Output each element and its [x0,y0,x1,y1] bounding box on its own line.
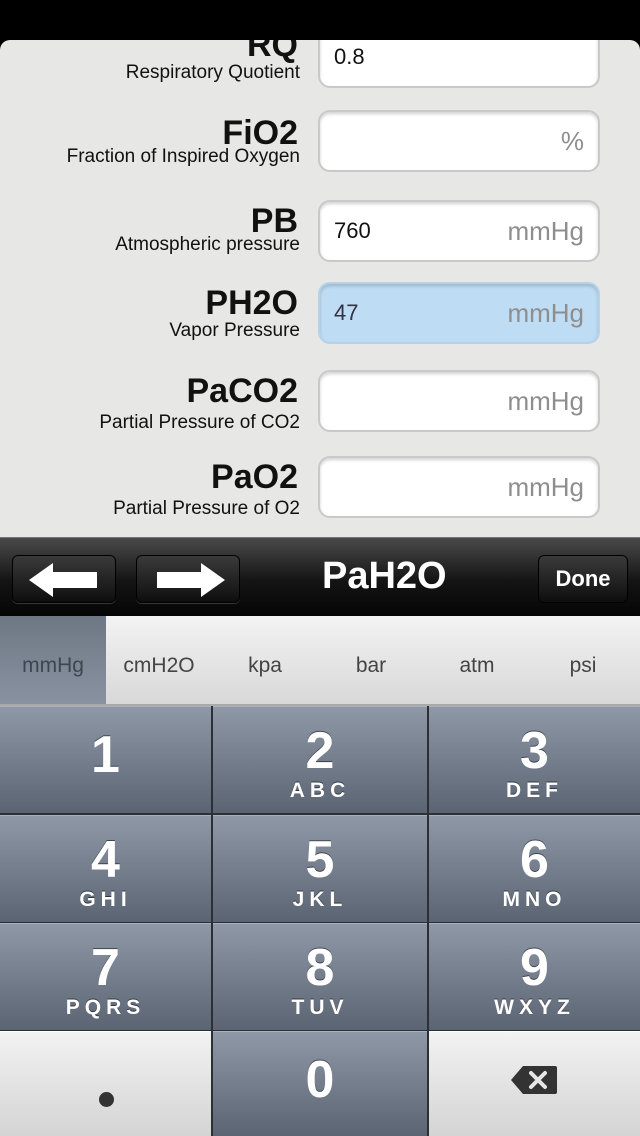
field-sublabel: Partial Pressure of O2 [113,498,300,519]
field-label: PaO2 [211,458,298,496]
previous-field-button[interactable] [12,555,116,603]
field-sublabel: Partial Pressure of CO2 [99,412,300,433]
key-digit: 8 [305,939,335,997]
decimal-point-icon [99,1092,114,1107]
done-button[interactable]: Done [538,555,628,603]
key-letters: GHI [79,888,132,911]
key-letters: TUV [291,996,349,1019]
rq-input[interactable]: 0.8 [318,40,600,88]
unit-option-bar[interactable]: bar [318,616,424,704]
field-row-fio2: FiO2 Fraction of Inspired Oxygen % [0,108,640,192]
field-value: 47 [334,300,359,325]
backspace-key[interactable] [429,1031,640,1136]
field-row-pao2: PaO2 Partial Pressure of O2 mmHg [0,456,640,537]
key-letters: WXYZ [494,996,575,1019]
decimal-point-key[interactable] [0,1031,211,1136]
field-unit: mmHg [507,216,584,246]
field-label: RQ [247,40,298,64]
key-3[interactable]: 3 DEF [429,706,640,813]
key-digit: 2 [305,722,335,780]
arrow-right-icon [157,563,225,597]
next-field-button[interactable] [136,555,240,603]
field-sublabel: Atmospheric pressure [115,234,300,255]
arrow-left-icon [29,563,97,597]
field-value: 0.8 [334,44,365,69]
key-6[interactable]: 6 MNO [429,815,640,922]
key-digit: 7 [91,939,120,997]
field-label: PB [250,202,298,240]
key-digit: 3 [520,722,549,780]
unit-option-kpa[interactable]: kpa [212,616,318,704]
key-digit: 6 [520,831,549,889]
key-digit: 1 [91,726,120,784]
field-label: PH2O [205,284,298,322]
key-digit: 0 [305,1051,335,1109]
unit-option-mmhg[interactable]: mmHg [0,616,106,704]
key-digit: 5 [305,831,335,889]
field-sublabel: Vapor Pressure [169,320,300,341]
fio2-input[interactable]: % [318,110,600,172]
field-unit: % [560,126,584,156]
key-digit: 9 [520,939,549,997]
key-0[interactable]: 0 [213,1031,427,1136]
field-unit: mmHg [507,386,584,416]
ph2o-input[interactable]: 47 mmHg [318,282,600,344]
field-row-ph2o: PH2O Vapor Pressure 47 mmHg [0,282,640,366]
pao2-input[interactable]: mmHg [318,456,600,518]
key-letters: PQRS [65,996,146,1019]
key-letters: JKL [292,888,348,911]
field-row-pb: PB Atmospheric pressure 760 mmHg [0,196,640,280]
key-letters: DEF [506,779,563,802]
unit-option-psi[interactable]: psi [530,616,636,704]
pb-input[interactable]: 760 mmHg [318,200,600,262]
key-4[interactable]: 4 GHI [0,815,211,922]
field-label: PaCO2 [186,372,299,410]
form-area: RQ Respiratory Quotient 0.8 FiO2 Fractio… [0,40,640,537]
field-sublabel: Fraction of Inspired Oxygen [66,146,300,167]
key-8[interactable]: 8 TUV [213,923,427,1030]
key-9[interactable]: 9 WXYZ [429,923,640,1030]
status-bar [0,0,640,40]
key-5[interactable]: 5 JKL [213,815,427,922]
field-label: FiO2 [222,114,298,152]
unit-selector: mmHg cmH2O kpa bar atm psi [0,616,640,706]
field-value: 760 [334,218,371,243]
key-letters: MNO [502,888,567,911]
field-unit: mmHg [507,298,584,328]
keyboard-toolbar: PaH2O Done [0,537,640,616]
backspace-icon [511,1066,557,1094]
field-sublabel: Respiratory Quotient [125,62,300,83]
unit-option-atm[interactable]: atm [424,616,530,704]
key-7[interactable]: 7 PQRS [0,923,211,1030]
key-1[interactable]: 1 [0,706,211,813]
field-row-rq: RQ Respiratory Quotient 0.8 [0,40,640,104]
key-digit: 4 [91,831,120,889]
paco2-input[interactable]: mmHg [318,370,600,432]
toolbar-title: PaH2O [322,555,447,597]
field-unit: mmHg [507,472,584,502]
unit-option-cmh2o[interactable]: cmH2O [106,616,212,704]
numeric-keypad: 1 2 ABC 3 DEF 4 GHI 5 JKL 6 MNO 7 PQRS 8… [0,706,640,1136]
field-row-paco2: PaCO2 Partial Pressure of CO2 mmHg [0,370,640,454]
key-letters: ABC [289,779,351,802]
key-2[interactable]: 2 ABC [213,706,427,813]
